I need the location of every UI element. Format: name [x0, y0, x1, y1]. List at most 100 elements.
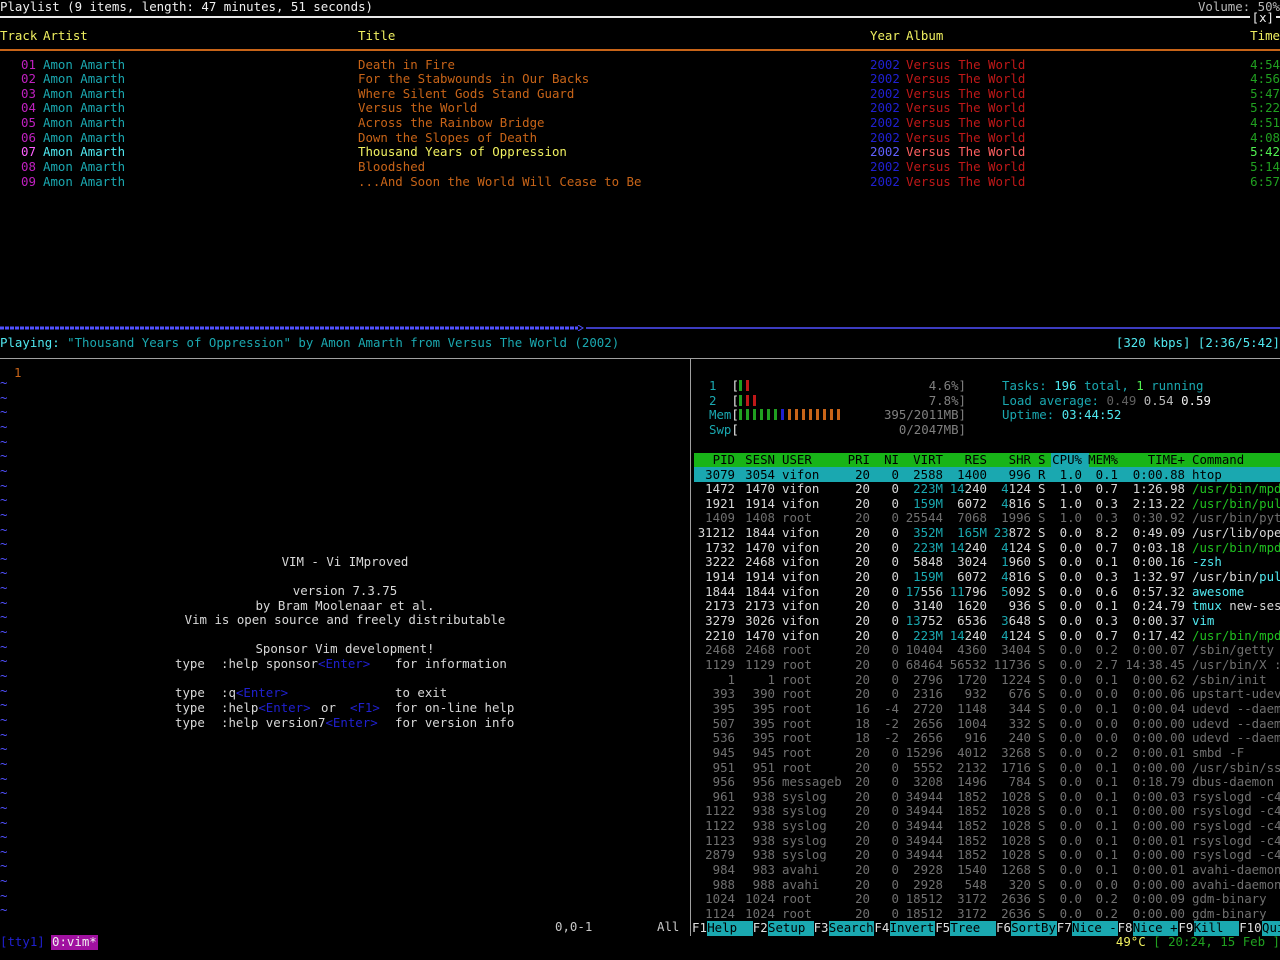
process-cmd[interactable]: -zsh: [1192, 555, 1222, 570]
process-cmd[interactable]: /usr/bin/mpd: [1192, 540, 1280, 556]
process-cmd[interactable]: dbus-daemon: [1192, 775, 1274, 790]
process-cmd[interactable]: /usr/bin/pul: [1192, 496, 1280, 512]
process-cmd[interactable]: /usr/bin/mpd: [1192, 482, 1280, 497]
playlist-row[interactable]: 07 Amon Amarth Thousand Years of Oppressio…: [0, 145, 1280, 160]
process-cmd[interactable]: rsyslogd -c4: [1192, 848, 1280, 863]
playlist-row[interactable]: 06 Amon Amarth Down the Slopes of Death 200…: [0, 130, 1280, 146]
process-pid[interactable]: 1123: [705, 833, 735, 849]
close-marker[interactable]: [x]: [1249, 10, 1276, 26]
process-pid[interactable]: 1844: [705, 584, 735, 600]
col-header-res[interactable]: RES: [965, 452, 987, 468]
col-header-ni[interactable]: NI: [884, 452, 899, 468]
process-pid[interactable]: 2210: [705, 628, 735, 644]
fkey-search-button[interactable]: Search: [828, 920, 875, 936]
process-cmd[interactable]: gdm-binary: [1192, 892, 1267, 907]
process-pid[interactable]: 1914: [705, 569, 735, 585]
process-cmd[interactable]: /sbin/getty: [1192, 643, 1274, 658]
col-header-pid[interactable]: PID: [713, 452, 735, 468]
col-header-mem[interactable]: MEM%: [1088, 452, 1118, 468]
col-header-year[interactable]: Year: [870, 28, 900, 44]
col-header-time[interactable]: TIME+: [1148, 452, 1185, 468]
process-pid[interactable]: 988: [713, 877, 735, 893]
process-cmd[interactable]: /usr/bin/pyt: [1192, 511, 1280, 526]
process-cmd[interactable]: udevd --daem: [1192, 716, 1280, 732]
process-cmd[interactable]: /usr/bin/X :: [1192, 657, 1280, 673]
col-header-s[interactable]: S: [1038, 452, 1045, 468]
process-pid[interactable]: 984: [713, 862, 735, 878]
process-cmd[interactable]: htop: [1192, 467, 1222, 483]
col-header-user[interactable]: USER: [782, 452, 812, 468]
process-cmd[interactable]: rsyslogd -c4: [1192, 818, 1280, 834]
col-header-sesn[interactable]: SESN: [745, 452, 775, 468]
col-header-virt[interactable]: VIRT: [913, 452, 943, 468]
process-pid[interactable]: 956: [713, 775, 735, 790]
process-cmd[interactable]: avahi-daemon: [1192, 862, 1280, 878]
fkey-nice-button[interactable]: Nice -: [1072, 920, 1118, 936]
progress-bar[interactable]: [0, 325, 1280, 331]
process-pid[interactable]: 536: [713, 731, 735, 746]
process-pid[interactable]: 1: [728, 672, 735, 688]
process-cmd[interactable]: smbd -F: [1192, 745, 1244, 761]
playlist-row[interactable]: 03 Amon Amarth Where Silent Gods Stand Gua…: [0, 86, 1280, 102]
process-pid[interactable]: 507: [713, 716, 735, 732]
tmux-window-tab[interactable]: 0:vim*: [51, 934, 98, 950]
col-header-title[interactable]: Title: [358, 28, 395, 44]
playlist-row[interactable]: 08 Amon Amarth Bloodshed 2002 Versus The Wor…: [0, 159, 1280, 175]
process-pid[interactable]: 1129: [705, 657, 735, 673]
col-header-album[interactable]: Album: [906, 28, 943, 44]
process-pid[interactable]: 3079: [705, 467, 735, 483]
process-pid[interactable]: 1409: [705, 511, 735, 526]
process-cmd[interactable]: awesome: [1192, 584, 1244, 600]
col-header-artist[interactable]: Artist: [43, 28, 88, 44]
process-cmd[interactable]: vim: [1192, 613, 1214, 629]
col-header-cpu[interactable]: CPU%: [1052, 452, 1082, 468]
process-cmd[interactable]: upstart-udev: [1192, 687, 1280, 702]
fkey-sortby-button[interactable]: SortBy: [1011, 920, 1057, 936]
process-pid[interactable]: 1024: [705, 892, 735, 907]
fkey-help-button[interactable]: Help: [707, 920, 753, 936]
process-cmd[interactable]: /usr/lib/ope: [1192, 525, 1280, 541]
col-header-shr[interactable]: SHR: [1009, 452, 1031, 468]
process-cmd[interactable]: avahi-daemon: [1192, 877, 1280, 893]
playlist-row[interactable]: 02 Amon Amarth For the Stabwounds in Our B…: [0, 72, 1280, 87]
process-cmd[interactable]: rsyslogd -c4: [1192, 833, 1280, 849]
playlist-row[interactable]: 04 Amon Amarth Versus the World 2002 Versus …: [0, 101, 1280, 116]
fkey-invert-button[interactable]: Invert: [889, 920, 936, 936]
process-pid[interactable]: 2468: [705, 643, 735, 658]
process-cmd[interactable]: udevd --daem: [1192, 701, 1280, 717]
playlist-row[interactable]: 05 Amon Amarth Across the Rainbow Bridge 20…: [0, 115, 1280, 131]
process-pid[interactable]: 1921: [705, 496, 735, 512]
process-pid[interactable]: 1122: [705, 818, 735, 834]
col-header-time[interactable]: Time: [1250, 28, 1280, 44]
fkey-tree-button[interactable]: Tree: [950, 920, 996, 936]
process-cmd[interactable]: rsyslogd -c4: [1192, 804, 1280, 819]
process-pid[interactable]: 395: [713, 701, 735, 717]
col-header-pri[interactable]: PRI: [848, 452, 870, 468]
process-cmd[interactable]: rsyslogd -c4: [1192, 789, 1280, 805]
playlist-row[interactable]: 01 Amon Amarth Death in Fire 2002 Versus The…: [0, 57, 1280, 73]
process-pid[interactable]: 3279: [705, 613, 735, 629]
process-pid[interactable]: 951: [713, 760, 735, 776]
pane-divider-horizontal[interactable]: [0, 358, 1280, 359]
process-pid[interactable]: 1122: [705, 804, 735, 819]
process-cmd[interactable]: /usr/sbin/ss: [1192, 760, 1280, 776]
process-cmd[interactable]: /usr/bin/mpd: [1192, 628, 1280, 644]
process-pid[interactable]: 31212: [698, 525, 735, 541]
col-header-command[interactable]: Command: [1192, 452, 1244, 468]
process-pid[interactable]: 961: [713, 789, 735, 805]
fkey-setup-button[interactable]: Setup: [768, 920, 814, 936]
pane-divider-vertical[interactable]: [690, 359, 691, 936]
playlist-row[interactable]: 09 Amon Amarth ...And Soon the World Will …: [0, 174, 1280, 190]
process-cmd[interactable]: /usr/bin/pul: [1192, 569, 1280, 585]
process-pid[interactable]: 3222: [705, 555, 735, 570]
process-cmd[interactable]: /sbin/init: [1192, 672, 1267, 688]
col-header-track[interactable]: Track: [0, 28, 37, 44]
process-pid[interactable]: 393: [713, 687, 735, 702]
process-cmd[interactable]: tmux new-ses: [1192, 599, 1280, 614]
process-cmd[interactable]: udevd --daem: [1192, 731, 1280, 746]
process-pid[interactable]: 1732: [705, 540, 735, 556]
process-pid[interactable]: 2173: [705, 599, 735, 614]
process-pid[interactable]: 1472: [705, 482, 735, 497]
process-pid[interactable]: 945: [713, 745, 735, 761]
process-pid[interactable]: 2879: [705, 848, 735, 863]
